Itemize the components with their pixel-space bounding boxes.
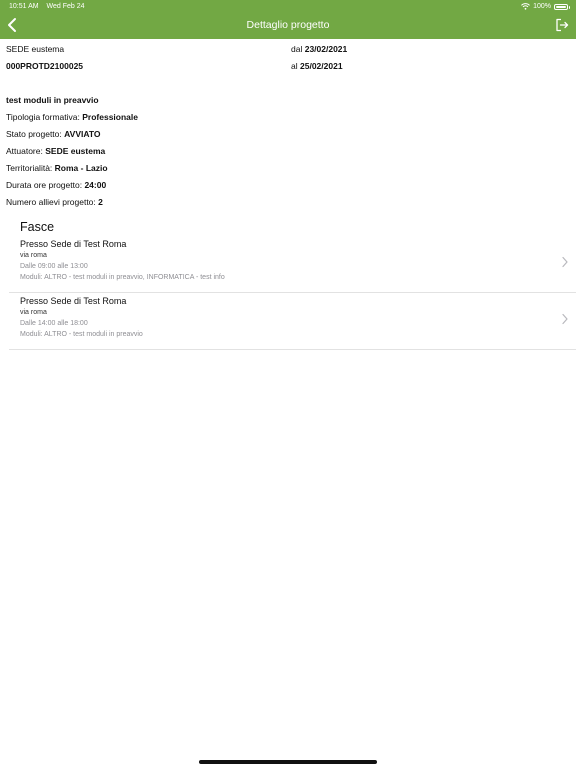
territorialita-row: Territorialità: Roma - Lazio xyxy=(6,163,108,173)
fascia-time: Dalle 14:00 alle 18:00 xyxy=(20,320,88,327)
fascia-location: Presso Sede di Test Roma xyxy=(20,296,127,306)
fascia-location: Presso Sede di Test Roma xyxy=(20,239,127,249)
start-date: dal 23/02/2021 xyxy=(291,44,348,54)
wifi-icon xyxy=(521,3,530,10)
allievi-row: Numero allievi progetto: 2 xyxy=(6,197,103,207)
sede-text: SEDE eustema xyxy=(6,44,65,54)
row-divider xyxy=(9,349,576,350)
chevron-right-icon xyxy=(562,256,568,268)
fascia-time: Dalle 09:00 alle 13:00 xyxy=(20,263,88,270)
fascia-address: via roma xyxy=(20,309,47,316)
attuatore-row: Attuatore: SEDE eustema xyxy=(6,146,106,156)
fascia-modules: Moduli: ALTRO - test moduli in preavvio,… xyxy=(20,274,225,281)
project-title: test moduli in preavvio xyxy=(6,95,99,105)
durata-row: Durata ore progetto: 24:00 xyxy=(6,180,107,190)
status-date: Wed Feb 24 xyxy=(46,3,85,10)
chevron-right-icon xyxy=(562,313,568,325)
fascia-modules: Moduli: ALTRO - test moduli in preavvio xyxy=(20,331,143,338)
end-date: al 25/02/2021 xyxy=(291,61,343,71)
page-title: Dettaglio progetto xyxy=(246,19,330,31)
fasce-heading: Fasce xyxy=(20,220,55,234)
list-item-fascia[interactable]: Presso Sede di Test Roma via roma Dalle … xyxy=(9,293,576,350)
list-item-fascia[interactable]: Presso Sede di Test Roma via roma Dalle … xyxy=(9,236,576,293)
status-bar-right: 100% xyxy=(521,2,570,11)
battery-icon xyxy=(554,3,570,10)
status-time: 10:51 AM xyxy=(9,3,39,10)
tipologia-row: Tipologia formativa: Professionale xyxy=(6,112,138,122)
navigation-bar: 10:51 AM Wed Feb 24 100% Dettaglio proge… xyxy=(0,0,576,39)
project-code: 000PROTD2100025 xyxy=(6,61,84,71)
logout-icon[interactable] xyxy=(555,18,569,32)
home-indicator[interactable] xyxy=(199,760,377,764)
stato-row: Stato progetto: AVVIATO xyxy=(6,129,101,139)
battery-percent: 100% xyxy=(533,3,551,10)
status-bar-left: 10:51 AM Wed Feb 24 xyxy=(9,2,91,11)
fascia-address: via roma xyxy=(20,252,47,259)
